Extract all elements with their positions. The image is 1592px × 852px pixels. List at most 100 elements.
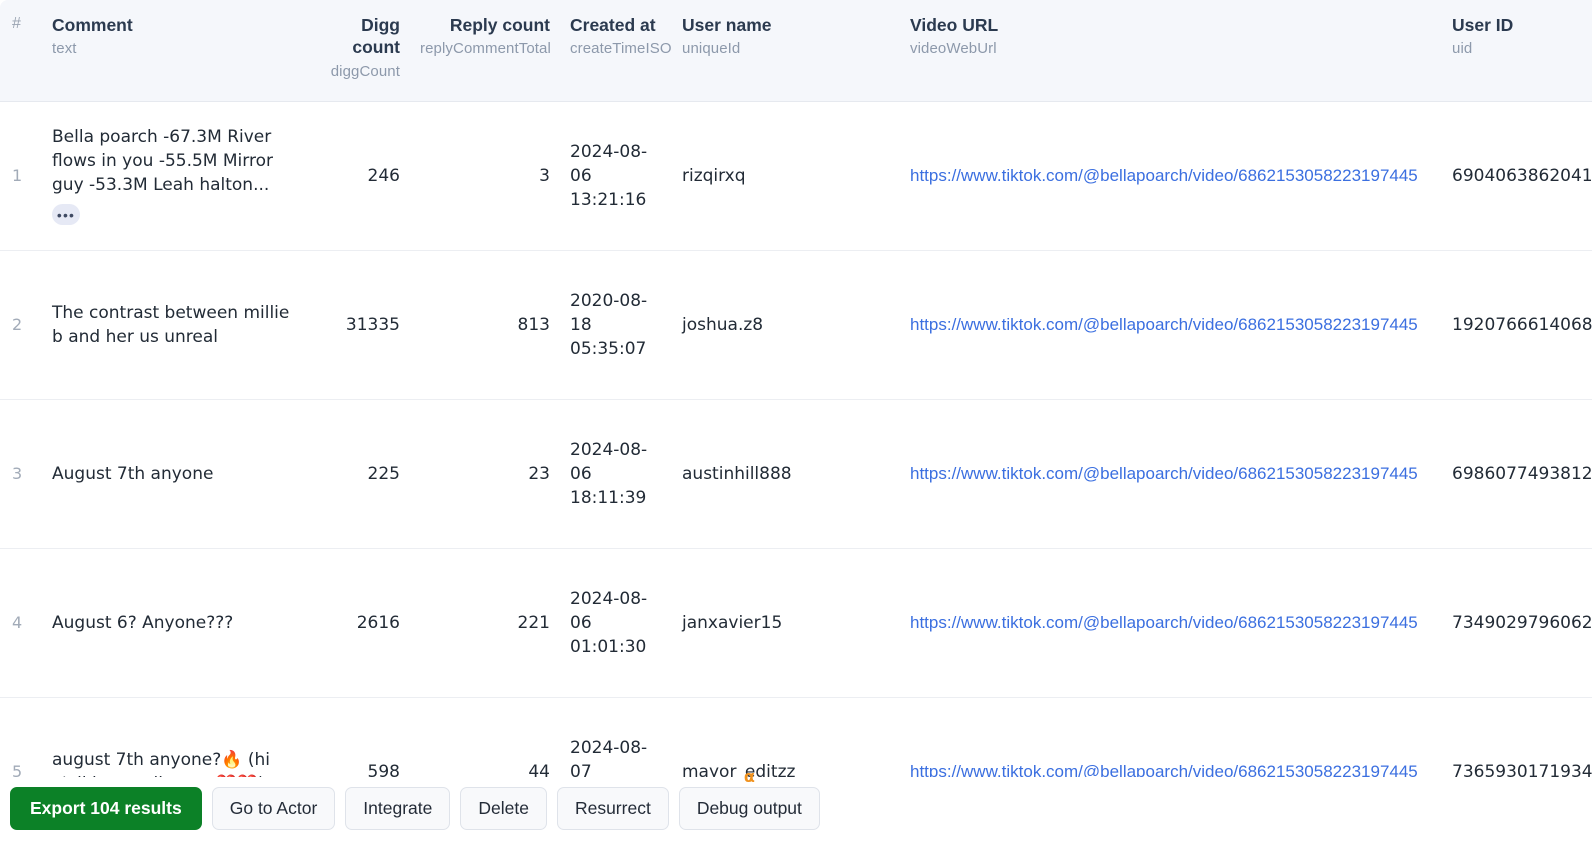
column-header-comment-field: text [52, 40, 77, 58]
row-index: 2 [0, 250, 42, 400]
cell-user-name-text: janxavier15 [682, 612, 783, 633]
cell-digg-count-text: 246 [367, 165, 400, 186]
column-header-digg-count-field: diggCount [330, 62, 400, 80]
column-header-digg-count-label: Digg count [352, 15, 400, 58]
table-row[interactable]: 4 August 6? Anyone??? 2616 221 2024-08-06 01… [0, 548, 1592, 698]
cell-user-id: 6904063862041396297 [1442, 101, 1592, 251]
cell-video-url[interactable]: https://www.tiktok.com/@bellapoarch/vide… [900, 548, 1442, 698]
cell-digg-count-text: 225 [367, 463, 400, 484]
cell-user-id-text: 6904063862041396297 [1452, 165, 1592, 186]
results-table: # Comment text Digg count diggCount Repl… [0, 0, 1592, 787]
column-header-created-at-label: Created at [570, 15, 656, 35]
table-header: # Comment text Digg count diggCount Repl… [0, 0, 1592, 102]
go-to-actor-button[interactable]: Go to Actor [211, 787, 336, 830]
cell-comment: august 7th anyone?🔥 (hi y'all love yall … [42, 697, 310, 787]
resurrect-button[interactable]: Resurrect [556, 787, 669, 830]
column-header-user-name[interactable]: User name uniqueId [672, 0, 900, 102]
column-header-created-at[interactable]: Created at createTimeISO [560, 0, 672, 102]
column-header-video-url-field: videoWebUrl [910, 40, 997, 58]
cell-created-at: 2020-08-18 05:35:07 [560, 250, 672, 400]
video-url-link[interactable]: https://www.tiktok.com/@bellapoarch/vide… [910, 166, 1418, 185]
alpha-badge: α [743, 767, 755, 786]
cell-created-at-text: 2024-08-06 18:11:39 [570, 439, 648, 509]
cell-reply-count: 813 [410, 250, 560, 400]
table-row[interactable]: 2 The contrast between millie b and her u… [0, 250, 1592, 400]
cell-video-url[interactable]: https://www.tiktok.com/@bellapoarch/vide… [900, 697, 1442, 787]
row-index-text: 1 [12, 165, 23, 185]
cell-reply-count: 221 [410, 548, 560, 698]
cell-digg-count: 2616 [310, 548, 410, 698]
cell-comment: August 7th anyone [42, 399, 310, 549]
column-header-user-name-field: uniqueId [682, 40, 741, 58]
column-header-video-url[interactable]: Video URL videoWebUrl [900, 0, 1442, 102]
cell-user-id: 6986077493812036609 [1442, 399, 1592, 549]
video-url-link[interactable]: https://www.tiktok.com/@bellapoarch/vide… [910, 613, 1418, 632]
column-header-user-id[interactable]: User ID uid [1442, 0, 1592, 102]
results-table-viewport[interactable]: # Comment text Digg count diggCount Repl… [0, 0, 1592, 787]
cell-reply-count-text: 221 [517, 612, 550, 633]
table-row[interactable]: 5august 7th anyone?🔥 (hi y'all love yall… [0, 697, 1592, 787]
cell-user-name: rizqirxq [672, 101, 900, 251]
table-body: 1 Bella poarch -67.3M River flows in you … [0, 101, 1592, 787]
row-index-text: 4 [12, 612, 23, 632]
cell-user-name-text: austinhill888 [682, 463, 792, 484]
cell-user-id: 1920766614068551686 [1442, 250, 1592, 400]
cell-digg-count: 598 [310, 697, 410, 787]
column-header-created-at-field: createTimeISO [570, 40, 672, 58]
column-header-reply-count-label: Reply count [449, 15, 550, 35]
cell-reply-count: 44 [410, 697, 560, 787]
cell-comment: Bella poarch -67.3M River flows in you -… [42, 101, 310, 251]
row-index-text: 2 [12, 314, 23, 334]
column-header-digg-count[interactable]: Digg count diggCount [310, 0, 410, 102]
row-index: 3 [0, 399, 42, 549]
cell-created-at-text: 2020-08-18 05:35:07 [570, 290, 648, 360]
column-header-reply-count-field: replyCommentTotal [420, 40, 551, 58]
cell-comment-text: Bella poarch -67.3M River flows in you -… [52, 126, 273, 196]
cell-created-at: 2024-08-07 00:40:34 [560, 697, 672, 787]
cell-user-name-text: rizqirxq [682, 165, 746, 186]
cell-created-at: 2024-08-06 18:11:39 [560, 399, 672, 549]
column-header-index[interactable]: # [0, 0, 42, 102]
cell-reply-count-text: 23 [528, 463, 550, 484]
column-header-index-label: # [12, 15, 21, 32]
cell-user-name: mayor_editzz [672, 697, 900, 787]
video-url-link[interactable]: https://www.tiktok.com/@bellapoarch/vide… [910, 315, 1418, 334]
cell-user-name: joshua.z8 [672, 250, 900, 400]
cell-digg-count: 31335 [310, 250, 410, 400]
cell-created-at-text: 2024-08-06 13:21:16 [570, 141, 648, 211]
cell-comment-text: August 6? Anyone??? [52, 612, 234, 633]
cell-digg-count: 225 [310, 399, 410, 549]
debug-output-button[interactable]: α Debug output [678, 769, 820, 830]
cell-video-url[interactable]: https://www.tiktok.com/@bellapoarch/vide… [900, 101, 1442, 251]
video-url-link[interactable]: https://www.tiktok.com/@bellapoarch/vide… [910, 464, 1418, 483]
export-results-button[interactable]: Export 104 results [10, 787, 202, 830]
integrate-button[interactable]: Integrate [345, 787, 451, 830]
table-row[interactable]: 3 August 7th anyone 225 23 2024-08-06 18:11:… [0, 399, 1592, 549]
cell-reply-count: 3 [410, 101, 560, 251]
cell-reply-count-text: 813 [517, 314, 550, 335]
column-header-video-url-label: Video URL [910, 15, 999, 35]
table-header-row: # Comment text Digg count diggCount Repl… [0, 0, 1592, 102]
cell-user-id-text: 7349029796062250001 [1452, 612, 1592, 633]
delete-button[interactable]: Delete [460, 787, 547, 830]
column-header-comment-label: Comment [52, 15, 133, 35]
column-header-user-id-field: uid [1452, 40, 1473, 58]
cell-user-id: 7365930171934786565 [1442, 697, 1592, 787]
cell-user-id-text: 6986077493812036609 [1452, 463, 1592, 484]
cell-user-name: austinhill888 [672, 399, 900, 549]
results-page: # Comment text Digg count diggCount Repl… [0, 0, 1592, 852]
cell-reply-count: 23 [410, 399, 560, 549]
table-row[interactable]: 1 Bella poarch -67.3M River flows in you … [0, 101, 1592, 251]
column-header-user-id-label: User ID [1452, 15, 1514, 35]
cell-user-name-text: joshua.z8 [682, 314, 764, 335]
cell-video-url[interactable]: https://www.tiktok.com/@bellapoarch/vide… [900, 399, 1442, 549]
cell-digg-count-text: 2616 [356, 612, 400, 633]
expand-comment-button[interactable]: ••• [52, 204, 80, 226]
column-header-reply-count[interactable]: Reply count replyCommentTotal [410, 0, 560, 102]
cell-reply-count-text: 3 [539, 165, 550, 186]
cell-video-url[interactable]: https://www.tiktok.com/@bellapoarch/vide… [900, 250, 1442, 400]
column-header-comment[interactable]: Comment text [42, 0, 310, 102]
cell-digg-count-text: 31335 [345, 314, 400, 335]
column-header-user-name-label: User name [682, 15, 772, 35]
cell-user-id: 7349029796062250001 [1442, 548, 1592, 698]
